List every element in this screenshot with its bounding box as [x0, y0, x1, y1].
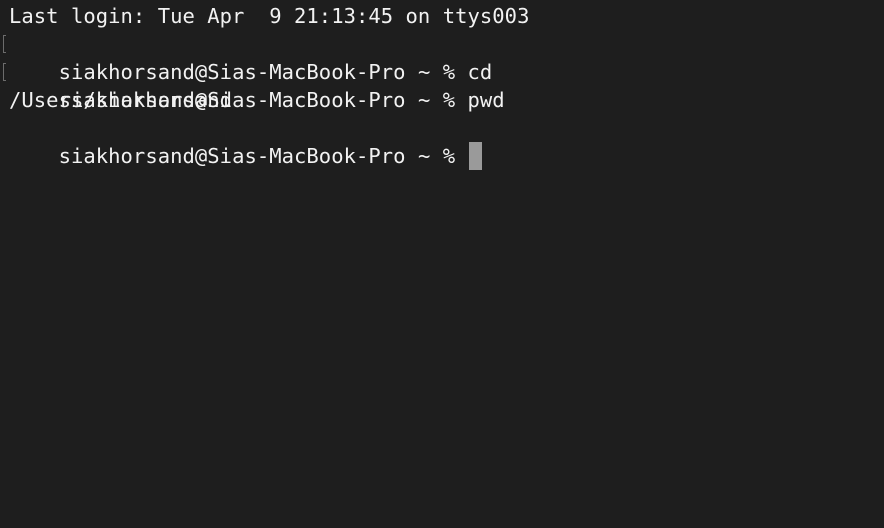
prompt-text: siakhorsand@Sias-MacBook-Pro ~ %: [58, 144, 468, 168]
text-cursor[interactable]: [468, 142, 482, 170]
command-line: siakhorsand@Sias-MacBook-Pro ~ % cd: [3, 30, 884, 84]
active-prompt-line[interactable]: siakhorsand@Sias-MacBook-Pro ~ %: [9, 114, 884, 170]
prompt-mark-icon: [3, 63, 6, 81]
login-message: Last login: Tue Apr 9 21:13:45 on ttys00…: [9, 4, 530, 28]
command-line: siakhorsand@Sias-MacBook-Pro ~ % pwd: [3, 58, 884, 112]
terminal-window[interactable]: Last login: Tue Apr 9 21:13:45 on ttys00…: [0, 0, 884, 528]
command-output: /Users/siakhorsand: [9, 88, 233, 112]
prompt-mark-icon: [3, 35, 6, 53]
